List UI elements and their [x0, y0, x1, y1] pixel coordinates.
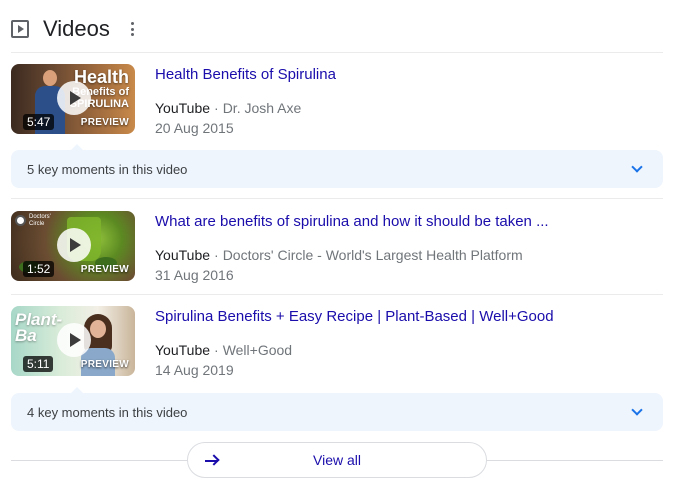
channel-logo-text: Doctors' Circle: [29, 214, 51, 227]
video-duration: 5:11: [23, 356, 54, 372]
key-moments-expander-1[interactable]: 5 key moments in this video: [11, 144, 663, 188]
view-all-button[interactable]: View all: [187, 442, 487, 478]
video-result-3: Plant- Ba 5:11 PREVIEW Spirulina Benefits…: [11, 306, 663, 378]
key-moments-label: 4 key moments in this video: [27, 404, 188, 420]
meta-separator: ·: [214, 342, 219, 358]
meta-separator: ·: [214, 100, 219, 116]
meta-separator: ·: [214, 247, 219, 263]
video-thumbnail[interactable]: Plant- Ba 5:11 PREVIEW: [11, 306, 135, 376]
preview-label: PREVIEW: [80, 264, 129, 275]
video-duration: 1:52: [23, 261, 55, 277]
video-platform: YouTube: [155, 247, 211, 263]
section-title: Videos: [43, 16, 110, 41]
video-thumbnail[interactable]: Doctors' Circle 1:52 PREVIEW: [11, 211, 135, 281]
video-meta: YouTube · Dr. Josh Axe: [155, 100, 301, 116]
video-meta: YouTube · Doctors' Circle - World's Larges…: [155, 247, 523, 263]
thumbnail-text: Plant- Ba: [15, 310, 63, 346]
view-all-label: View all: [313, 452, 361, 468]
divider: [11, 294, 663, 295]
play-icon[interactable]: [57, 228, 91, 262]
more-vert-icon[interactable]: [130, 20, 136, 38]
video-channel: Well+Good: [222, 342, 293, 358]
video-meta: YouTube · Well+Good: [155, 342, 292, 358]
divider: [11, 52, 663, 53]
video-result-2: Doctors' Circle 1:52 PREVIEW What are ben…: [11, 211, 663, 283]
video-platform: YouTube: [155, 342, 211, 358]
key-moments-label: 5 key moments in this video: [27, 161, 188, 177]
video-title-link[interactable]: Spirulina Benefits + Easy Recipe | Plant…: [155, 308, 554, 325]
videos-header: Videos: [11, 14, 663, 44]
key-moments-expander-2[interactable]: 4 key moments in this video: [11, 387, 663, 431]
video-duration: 5:47: [23, 114, 55, 130]
chevron-down-icon: [631, 404, 643, 416]
video-date: 20 Aug 2015: [155, 120, 234, 136]
video-channel: Dr. Josh Axe: [222, 100, 302, 116]
video-title-link[interactable]: What are benefits of spirulina and how i…: [155, 213, 549, 230]
video-channel: Doctors' Circle - World's Largest Health…: [222, 247, 523, 263]
chevron-down-icon: [631, 161, 643, 173]
video-date: 31 Aug 2016: [155, 267, 234, 283]
play-icon[interactable]: [57, 323, 91, 357]
divider: [11, 198, 663, 199]
preview-label: PREVIEW: [80, 117, 129, 128]
video-title-link[interactable]: Health Benefits of Spirulina: [155, 66, 336, 83]
arrow-right-icon: [204, 454, 220, 468]
play-icon[interactable]: [57, 81, 91, 115]
video-platform: YouTube: [155, 100, 211, 116]
video-result-1: Health Benefits of SPIRULINA 5:47 PREVIE…: [11, 64, 663, 136]
preview-label: PREVIEW: [80, 359, 129, 370]
channel-logo-icon: [15, 215, 26, 226]
video-icon: [11, 20, 29, 38]
video-date: 14 Aug 2019: [155, 362, 234, 378]
video-thumbnail[interactable]: Health Benefits of SPIRULINA 5:47 PREVIE…: [11, 64, 135, 134]
